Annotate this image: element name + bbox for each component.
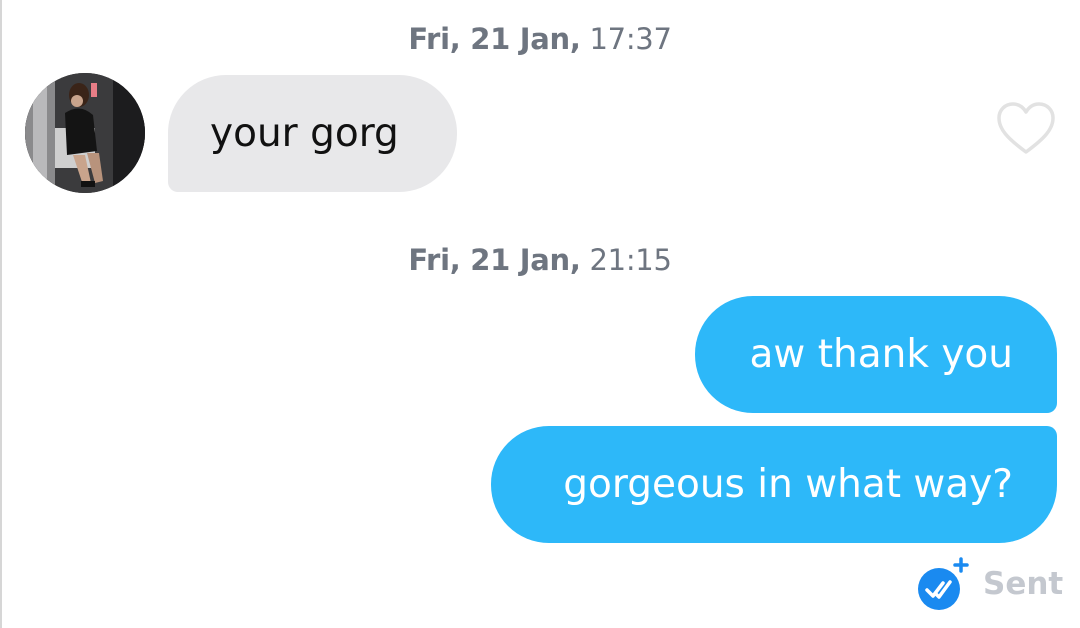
received-message-bubble[interactable]: your gorg <box>168 75 457 192</box>
heart-outline-icon <box>997 102 1055 154</box>
timestamp-2-day: Fri, 21 Jan, <box>408 243 581 277</box>
avatar[interactable] <box>25 73 145 193</box>
screen-edge <box>0 0 2 628</box>
sent-message-text: aw thank you <box>749 332 1013 377</box>
sent-message-bubble[interactable]: aw thank you <box>695 296 1057 413</box>
read-receipt-button[interactable] <box>915 556 973 612</box>
avatar-photo <box>25 73 145 193</box>
sent-message-text: gorgeous in what way? <box>563 462 1013 507</box>
timestamp-1: Fri, 21 Jan, 17:37 <box>0 22 1080 56</box>
timestamp-2-time: 21:15 <box>589 243 672 277</box>
timestamp-2: Fri, 21 Jan, 21:15 <box>0 243 1080 277</box>
chat-screen: Fri, 21 Jan, 17:37 your gorg Fri, 21 Jan… <box>0 0 1080 628</box>
timestamp-1-time: 17:37 <box>589 22 672 56</box>
sent-message-bubble[interactable]: gorgeous in what way? <box>491 426 1057 543</box>
received-message-text: your gorg <box>210 111 399 156</box>
like-button[interactable] <box>995 100 1057 156</box>
timestamp-1-day: Fri, 21 Jan, <box>408 22 581 56</box>
message-status: Sent <box>983 566 1064 602</box>
double-check-icon <box>918 557 969 610</box>
